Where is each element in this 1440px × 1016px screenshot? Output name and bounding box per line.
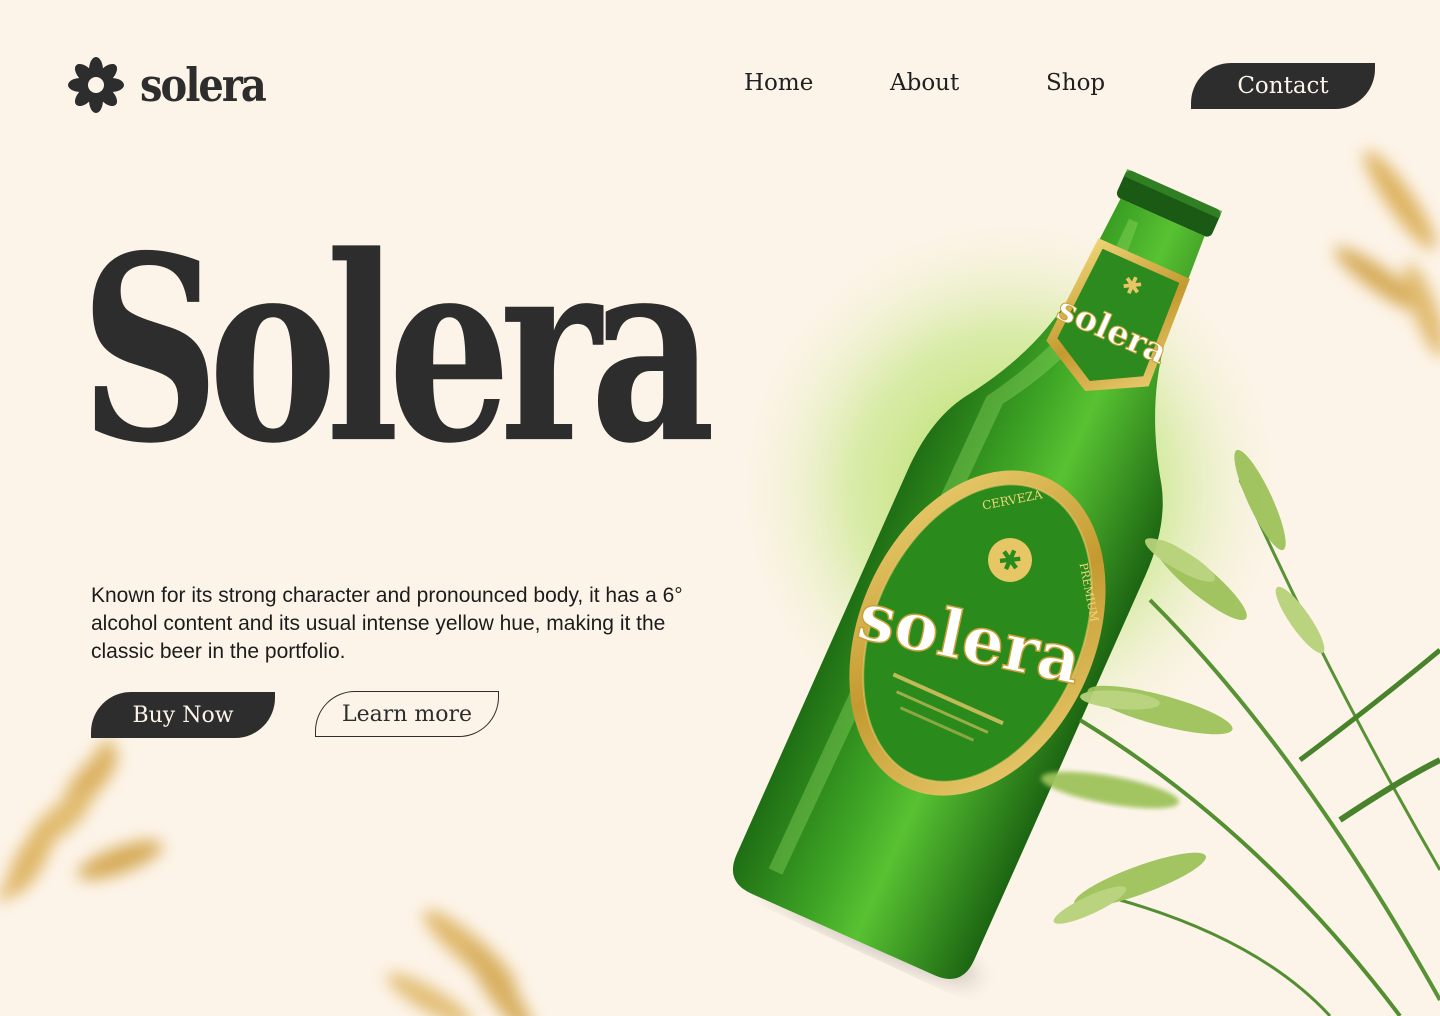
- nav-shop[interactable]: Shop: [1046, 70, 1105, 96]
- hero-illustration: ✱ solera CERVEZA PREMIUM ✱ solera: [0, 150, 1440, 1016]
- hero-description: Known for its strong character and prono…: [91, 584, 683, 663]
- contact-button[interactable]: Contact: [1191, 63, 1375, 109]
- hero-title: Solera: [80, 199, 715, 500]
- svg-text:solera: solera: [1051, 289, 1174, 373]
- svg-text:✱: ✱: [992, 541, 1027, 581]
- nav-home[interactable]: Home: [744, 70, 813, 96]
- brand-logo[interactable]: solera: [68, 56, 267, 114]
- buy-now-button[interactable]: Buy Now: [91, 692, 275, 738]
- green-glow: [720, 200, 1300, 780]
- wheat-bottom-center: [386, 909, 534, 1016]
- wheat-green-right: [1041, 449, 1440, 1016]
- svg-text:PREMIUM: PREMIUM: [1077, 562, 1101, 623]
- svg-text:✱: ✱: [1117, 269, 1147, 303]
- svg-text:solera: solera: [852, 576, 1089, 699]
- svg-text:CERVEZA: CERVEZA: [981, 487, 1044, 512]
- wheat-top-right: [1334, 150, 1440, 358]
- nav-about[interactable]: About: [890, 70, 959, 96]
- wheat-bottom-left: [0, 737, 163, 903]
- beer-bottle: ✱ solera CERVEZA PREMIUM ✱ solera: [733, 168, 1223, 979]
- asterisk-logo-icon: [68, 57, 124, 113]
- learn-more-button[interactable]: Learn more: [315, 691, 499, 737]
- brand-name: solera: [140, 57, 267, 113]
